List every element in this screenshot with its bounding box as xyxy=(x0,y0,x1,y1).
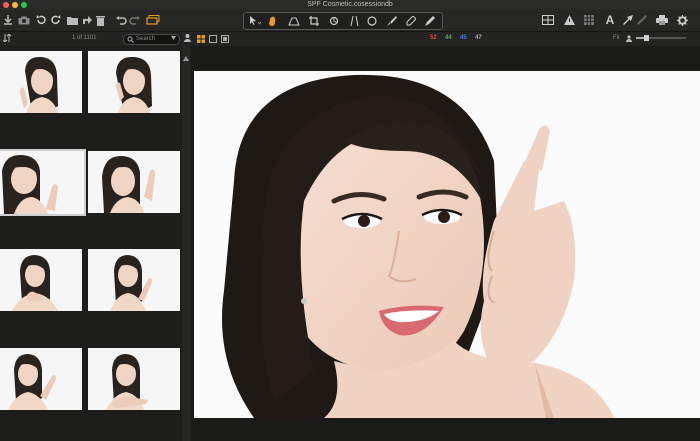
stat-red: 52 xyxy=(430,35,437,41)
undo-icon[interactable] xyxy=(115,13,127,27)
settings-icon[interactable] xyxy=(676,13,688,27)
redo-icon[interactable] xyxy=(128,13,140,27)
thumbnail[interactable] xyxy=(88,348,180,410)
crop-tool-icon[interactable] xyxy=(306,14,322,28)
rotate-right-icon[interactable] xyxy=(49,13,61,27)
image-viewer xyxy=(191,46,700,441)
thumbnail-selected[interactable] xyxy=(0,149,86,216)
single-view-icon[interactable] xyxy=(208,34,217,43)
trash-icon[interactable] xyxy=(94,13,106,27)
select-tool-icon[interactable] xyxy=(247,14,263,28)
stat-green: 44 xyxy=(445,35,452,41)
stat-gray: 47 xyxy=(475,35,482,41)
exposure-warning-icon[interactable] xyxy=(583,13,595,27)
rotate-left-icon[interactable] xyxy=(35,13,47,27)
sort-icon[interactable] xyxy=(2,33,12,43)
title-bar: SPF Cosmetic.cosessiondb xyxy=(0,0,700,10)
pen-icon[interactable] xyxy=(636,13,648,27)
folder-icon[interactable] xyxy=(66,13,78,27)
fit-label: Fit xyxy=(613,35,620,41)
grid-icon[interactable] xyxy=(541,13,555,27)
user-icon[interactable] xyxy=(182,33,192,43)
browser-scrollbar[interactable] xyxy=(182,46,190,441)
cursor-arrow-icon[interactable] xyxy=(622,13,634,27)
warning-icon[interactable] xyxy=(563,13,575,27)
search-menu-icon[interactable] xyxy=(170,35,176,41)
annotate-icon[interactable] xyxy=(422,14,438,28)
zoom-user-icon[interactable] xyxy=(625,34,633,42)
image-counter: 1 of 1101 xyxy=(72,35,97,41)
brush-icon[interactable] xyxy=(383,14,399,28)
window-title: SPF Cosmetic.cosessiondb xyxy=(307,1,393,8)
thumbnail[interactable] xyxy=(88,51,180,113)
browser-header: 1 of 1101 Search 52 44 45 47 Fit xyxy=(0,32,700,47)
compare-view-icon[interactable] xyxy=(220,34,229,43)
thumbnail[interactable] xyxy=(88,151,180,213)
straighten-tool-icon[interactable] xyxy=(286,14,302,28)
main-toolbar: A xyxy=(0,10,700,32)
main-image[interactable] xyxy=(194,71,700,418)
thumbnail[interactable] xyxy=(0,348,82,410)
thumbnail-browser xyxy=(0,46,190,441)
share-icon[interactable] xyxy=(81,13,93,27)
scrollbar-up-icon[interactable] xyxy=(183,48,189,66)
search-placeholder: Search xyxy=(136,36,156,42)
grid-view-icon[interactable] xyxy=(196,34,205,43)
keystone-tool-icon[interactable] xyxy=(346,14,362,28)
rotate-tool-icon[interactable] xyxy=(326,14,342,28)
text-icon[interactable]: A xyxy=(603,13,617,27)
cursor-tools-group xyxy=(243,12,443,30)
stack-icon[interactable] xyxy=(145,13,161,27)
thumbnail[interactable] xyxy=(88,249,180,311)
zoom-slider[interactable] xyxy=(636,35,686,41)
camera-icon[interactable] xyxy=(17,13,31,27)
hand-tool-icon[interactable] xyxy=(266,14,282,28)
spot-remove-icon[interactable] xyxy=(364,14,380,28)
stat-blue: 45 xyxy=(460,35,467,41)
color-picker-icon[interactable] xyxy=(402,14,418,28)
thumbnail[interactable] xyxy=(0,51,82,113)
thumbnail[interactable] xyxy=(0,249,82,311)
print-icon[interactable] xyxy=(655,13,669,27)
import-icon[interactable] xyxy=(2,13,14,27)
